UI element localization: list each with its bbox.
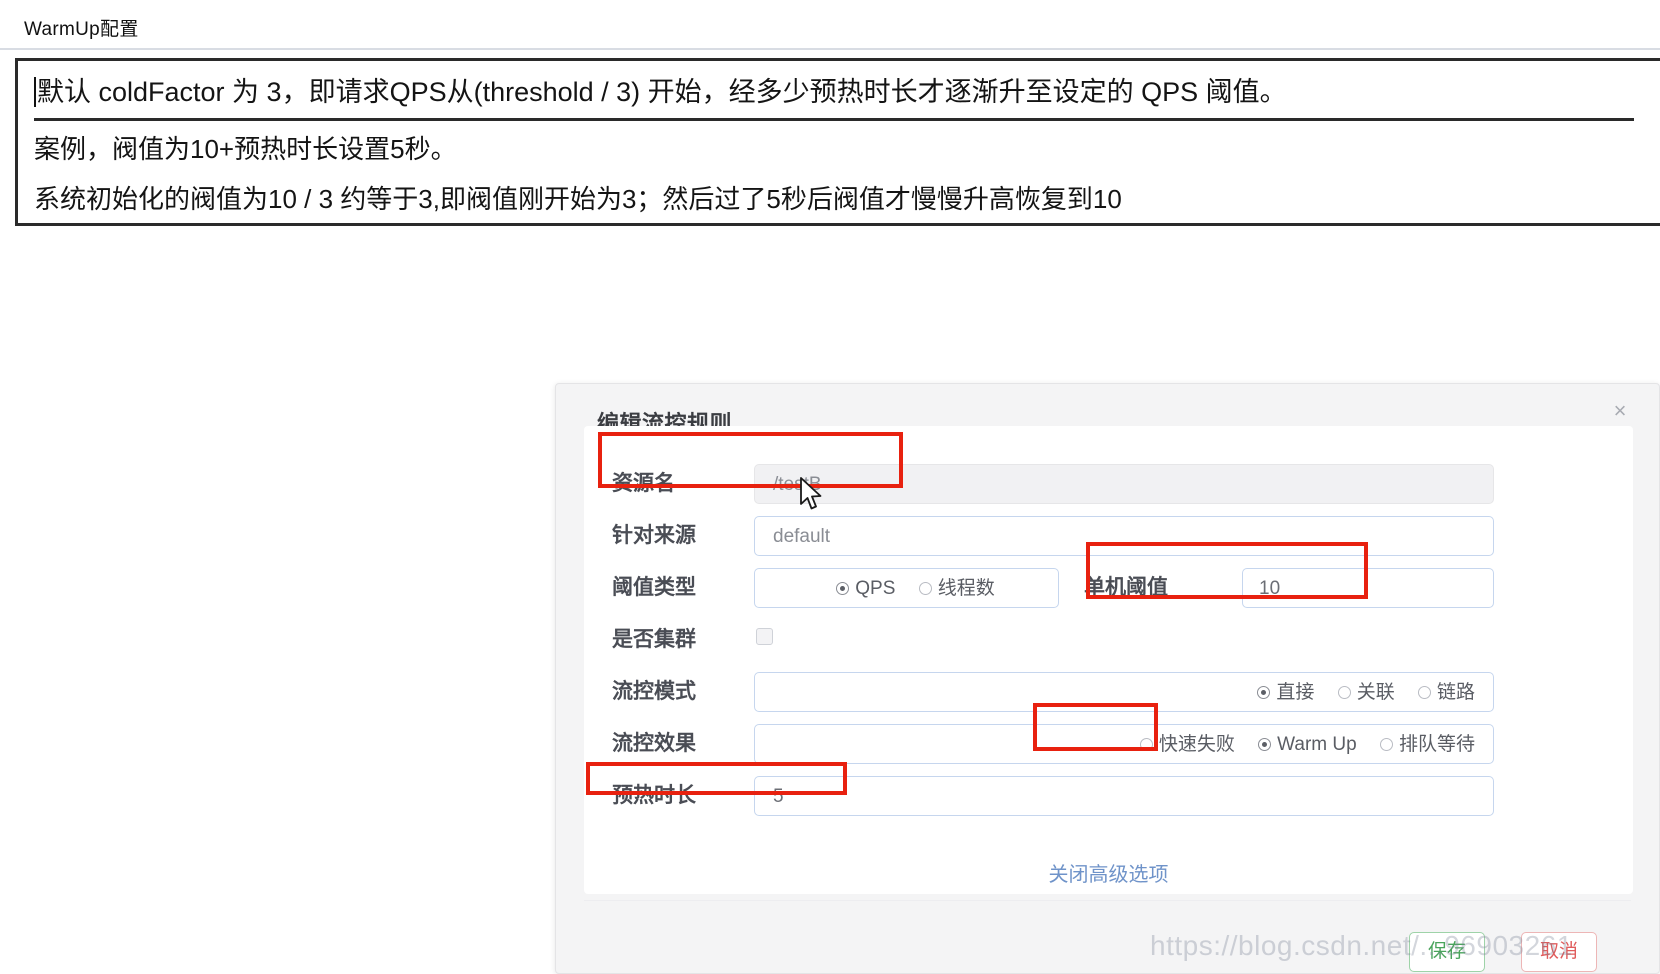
single-threshold-label: 单机阈值	[1084, 576, 1168, 599]
close-icon[interactable]: ×	[1605, 396, 1635, 426]
resource-input[interactable]: /testB	[754, 464, 1494, 504]
single-threshold-value: 10	[1259, 578, 1281, 599]
text-caret	[34, 77, 36, 107]
toggle-advanced-options-link[interactable]: 关闭高级选项	[584, 858, 1633, 887]
dialog-body: 资源名 /testB 针对来源 default 阈值类型 QPS 线程数 单机阈…	[584, 426, 1633, 894]
origin-input[interactable]: default	[754, 516, 1494, 556]
radio-dot-icon	[836, 582, 850, 595]
radio-associate-label: 关联	[1356, 682, 1395, 703]
flow-mode-group[interactable]: 直接 关联 链路	[754, 672, 1494, 712]
flow-effect-group[interactable]: 快速失败 Warm Up 排队等待	[754, 724, 1494, 764]
radio-fast-fail[interactable]: 快速失败	[1139, 725, 1235, 765]
radio-thread-count-label: 线程数	[937, 578, 995, 599]
note-title-bar: WarmUp配置	[0, 0, 1660, 50]
radio-dot-icon	[1379, 738, 1393, 751]
origin-label: 针对来源	[612, 524, 696, 547]
edit-flow-rule-dialog: 编辑流控规则 × 资源名 /testB 针对来源 default 阈值类型 QP…	[555, 383, 1660, 974]
flow-mode-label: 流控模式	[612, 680, 696, 703]
single-threshold-input[interactable]: 10	[1242, 568, 1494, 608]
threshold-type-label: 阈值类型	[612, 576, 696, 599]
radio-dot-icon	[1257, 686, 1271, 699]
cluster-checkbox[interactable]	[756, 628, 773, 645]
field-row-resource: 资源名 /testB	[584, 458, 1633, 510]
radio-dot-icon	[1258, 738, 1272, 751]
note-line-3: 系统初始化的阀值为10 / 3 约等于3,即阀值刚开始为3；然后过了5秒后阀值才…	[34, 184, 1122, 214]
screenshot-root: WarmUp配置 默认 coldFactor 为 3，即请求QPS从(thres…	[0, 0, 1660, 974]
field-row-threshold-type: 阈值类型 QPS 线程数 单机阈值 10	[584, 562, 1633, 614]
radio-dot-icon	[918, 582, 932, 595]
radio-warm-up-label: Warm Up	[1277, 734, 1357, 755]
origin-value: default	[773, 526, 831, 547]
note-line-1: 默认 coldFactor 为 3，即请求QPS从(threshold / 3)…	[34, 69, 1634, 121]
resource-label: 资源名	[612, 472, 675, 495]
radio-qps-label: QPS	[855, 578, 896, 599]
field-row-flow-effect: 流控效果 快速失败 Warm Up 排队等待	[584, 718, 1633, 770]
radio-fast-fail-label: 快速失败	[1158, 734, 1235, 755]
note-title: WarmUp配置	[24, 19, 139, 40]
field-row-flow-mode: 流控模式 直接 关联 链路	[584, 666, 1633, 718]
radio-direct-label: 直接	[1276, 682, 1315, 703]
note-line-2: 案例，阀值为10+预热时长设置5秒。	[34, 134, 457, 164]
note-line-1-text: 默认 coldFactor 为 3，即请求QPS从(threshold / 3)…	[37, 77, 1287, 107]
radio-dot-icon	[1337, 686, 1351, 699]
warmup-duration-value: 5	[773, 786, 784, 807]
field-row-origin: 针对来源 default	[584, 510, 1633, 562]
radio-dot-icon	[1139, 738, 1153, 751]
radio-qps[interactable]: QPS	[836, 569, 895, 609]
field-row-cluster: 是否集群	[584, 614, 1633, 666]
threshold-type-radios: QPS 线程数	[755, 569, 1058, 609]
radio-queue-wait[interactable]: 排队等待	[1379, 725, 1475, 765]
radio-dot-icon	[1417, 686, 1431, 699]
field-row-warmup-duration: 预热时长 5	[584, 770, 1633, 822]
radio-chain-label: 链路	[1436, 682, 1475, 703]
flow-effect-radios: 快速失败 Warm Up 排队等待	[1122, 725, 1475, 765]
cluster-label: 是否集群	[612, 628, 696, 651]
flow-mode-radios: 直接 关联 链路	[1239, 673, 1475, 713]
warmup-duration-label: 预热时长	[612, 784, 696, 807]
radio-queue-wait-label: 排队等待	[1398, 734, 1475, 755]
warmup-duration-input[interactable]: 5	[754, 776, 1494, 816]
radio-warm-up[interactable]: Warm Up	[1258, 725, 1357, 765]
radio-associate[interactable]: 关联	[1337, 673, 1395, 713]
radio-chain[interactable]: 链路	[1417, 673, 1475, 713]
radio-thread-count[interactable]: 线程数	[918, 569, 995, 609]
note-body: 默认 coldFactor 为 3，即请求QPS从(threshold / 3)…	[15, 58, 1660, 226]
flow-effect-label: 流控效果	[612, 732, 696, 755]
watermark: https://blog.csdn.net/...96903261	[1150, 930, 1573, 961]
mouse-cursor-icon	[800, 477, 822, 510]
radio-direct[interactable]: 直接	[1257, 673, 1314, 713]
threshold-type-group[interactable]: QPS 线程数	[754, 568, 1059, 608]
